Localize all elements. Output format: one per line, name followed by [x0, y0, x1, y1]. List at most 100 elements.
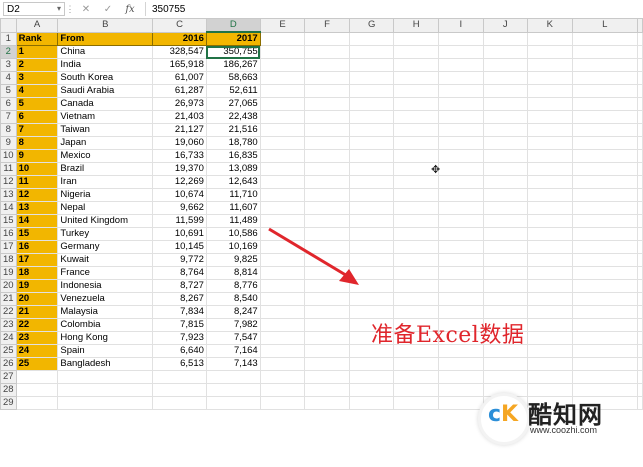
empty-cell[interactable] [571, 71, 639, 85]
value-2016-cell[interactable]: 6,640 [152, 344, 207, 358]
empty-cell[interactable] [637, 201, 643, 215]
value-2017-cell[interactable]: 7,143 [205, 357, 261, 371]
empty-cell[interactable] [637, 58, 643, 72]
empty-cell[interactable] [571, 136, 639, 150]
value-2017-cell[interactable]: 186,267 [205, 58, 261, 72]
empty-cell[interactable] [304, 45, 350, 59]
empty-cell[interactable] [527, 71, 573, 85]
empty-cell[interactable] [259, 344, 306, 358]
empty-cell[interactable] [482, 110, 529, 124]
value-2017-cell[interactable]: 9,825 [205, 253, 261, 267]
empty-cell[interactable] [393, 188, 439, 202]
value-2017-cell[interactable]: 7,982 [205, 318, 261, 332]
rank-cell[interactable]: 6 [15, 110, 59, 124]
empty-cell[interactable] [348, 149, 395, 163]
select-all-corner[interactable] [0, 18, 17, 33]
empty-cell[interactable] [527, 344, 573, 358]
empty-cell[interactable] [393, 97, 439, 111]
value-2016-cell[interactable]: 9,772 [152, 253, 207, 267]
column-header-a[interactable]: A [15, 18, 59, 33]
country-cell[interactable]: Hong Kong [57, 331, 154, 345]
country-cell[interactable]: Taiwan [57, 123, 154, 137]
empty-cell[interactable] [304, 292, 350, 306]
empty-cell[interactable] [637, 344, 643, 358]
value-2016-cell[interactable]: 21,403 [152, 110, 207, 124]
row-header[interactable]: 7 [0, 110, 17, 124]
empty-cell[interactable] [637, 240, 643, 254]
empty-cell[interactable] [571, 123, 639, 137]
empty-cell[interactable] [571, 201, 639, 215]
empty-cell[interactable] [348, 58, 395, 72]
value-2016-cell[interactable]: 8,267 [152, 292, 207, 306]
empty-cell[interactable] [304, 305, 350, 319]
empty-cell[interactable] [348, 162, 395, 176]
row-header[interactable]: 6 [0, 97, 17, 111]
empty-cell[interactable] [482, 214, 529, 228]
empty-cell[interactable] [259, 45, 306, 59]
empty-cell[interactable] [393, 357, 439, 371]
empty-cell[interactable] [438, 123, 484, 137]
empty-cell[interactable] [527, 201, 573, 215]
empty-cell[interactable] [637, 123, 643, 137]
empty-cell[interactable] [393, 227, 439, 241]
rank-cell[interactable]: 8 [15, 136, 59, 150]
empty-cell[interactable] [482, 84, 529, 98]
empty-cell[interactable] [482, 292, 529, 306]
chevron-down-icon[interactable]: ▾ [57, 4, 61, 13]
empty-cell[interactable] [571, 318, 639, 332]
empty-cell[interactable] [304, 383, 350, 397]
empty-cell[interactable] [438, 175, 484, 189]
row-header[interactable]: 19 [0, 266, 17, 280]
country-cell[interactable]: Japan [57, 136, 154, 150]
cancel-icon[interactable]: ✕ [75, 4, 97, 15]
value-2016-cell[interactable]: 10,145 [152, 240, 207, 254]
value-2017-cell[interactable]: 11,489 [205, 214, 261, 228]
rank-cell[interactable]: 24 [15, 344, 59, 358]
country-cell[interactable]: Nepal [57, 201, 154, 215]
rank-cell[interactable]: 11 [15, 175, 59, 189]
value-2016-cell[interactable]: 21,127 [152, 123, 207, 137]
empty-cell[interactable] [393, 279, 439, 293]
empty-cell[interactable] [637, 110, 643, 124]
empty-cell[interactable] [393, 110, 439, 124]
value-2017-cell[interactable]: 12,643 [205, 175, 261, 189]
empty-cell[interactable] [527, 84, 573, 98]
empty-cell[interactable] [259, 71, 306, 85]
empty-cell[interactable] [259, 84, 306, 98]
empty-cell[interactable] [571, 266, 639, 280]
empty-cell[interactable] [304, 396, 350, 410]
empty-cell[interactable] [304, 97, 350, 111]
country-cell[interactable]: Brazil [57, 162, 154, 176]
country-cell[interactable]: Vietnam [57, 110, 154, 124]
value-2016-cell[interactable]: 9,662 [152, 201, 207, 215]
column-header-overflow[interactable] [637, 18, 643, 33]
empty-cell[interactable] [205, 370, 261, 384]
empty-cell[interactable] [348, 175, 395, 189]
country-cell[interactable]: Bangladesh [57, 357, 154, 371]
rank-cell[interactable]: 10 [15, 162, 59, 176]
empty-cell[interactable] [259, 123, 306, 137]
rank-cell[interactable]: 23 [15, 331, 59, 345]
empty-cell[interactable] [348, 383, 395, 397]
column-header-l[interactable]: L [571, 18, 639, 33]
empty-cell[interactable] [205, 383, 261, 397]
column-header-f[interactable]: F [304, 18, 350, 33]
empty-cell[interactable] [571, 110, 639, 124]
empty-cell[interactable] [482, 370, 529, 384]
empty-cell[interactable] [57, 396, 154, 410]
value-2017-cell[interactable]: 7,164 [205, 344, 261, 358]
empty-cell[interactable] [482, 123, 529, 137]
value-2016-cell[interactable]: 8,727 [152, 279, 207, 293]
rank-cell[interactable]: 2 [15, 58, 59, 72]
empty-cell[interactable] [152, 383, 207, 397]
empty-cell[interactable] [304, 370, 350, 384]
country-cell[interactable]: Mexico [57, 149, 154, 163]
empty-cell[interactable] [259, 396, 306, 410]
value-2016-cell[interactable]: 19,370 [152, 162, 207, 176]
value-2017-cell[interactable]: 8,814 [205, 266, 261, 280]
empty-cell[interactable] [637, 175, 643, 189]
empty-cell[interactable] [438, 45, 484, 59]
empty-cell[interactable] [15, 383, 59, 397]
empty-cell[interactable] [393, 84, 439, 98]
row-header[interactable]: 8 [0, 123, 17, 137]
